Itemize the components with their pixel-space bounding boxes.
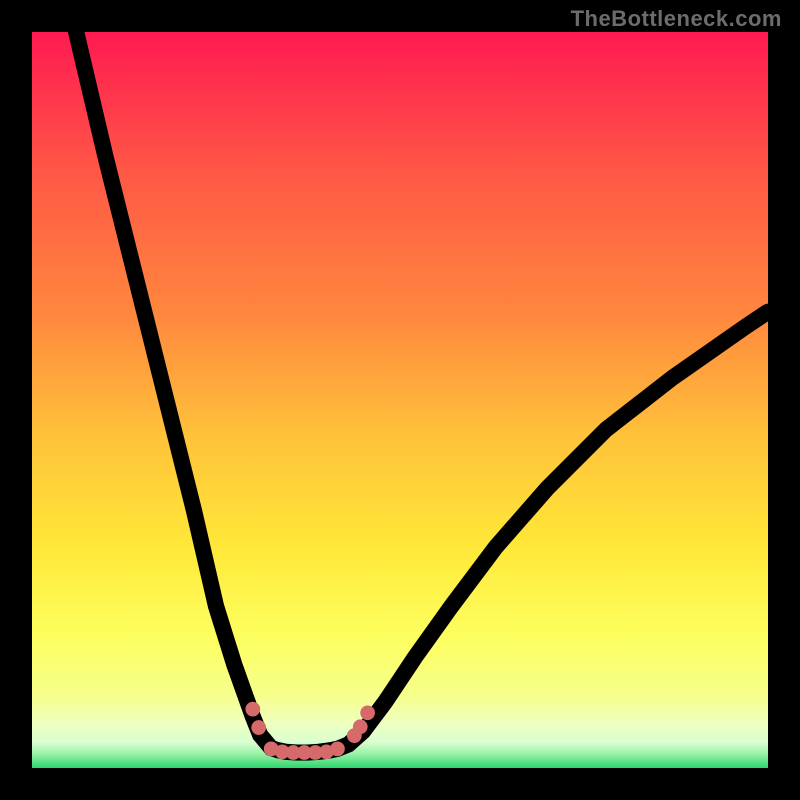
- plot-area: [32, 32, 768, 768]
- bottleneck-curve: [76, 32, 768, 753]
- valley-marker: [251, 720, 266, 735]
- watermark-text: TheBottleneck.com: [571, 6, 782, 32]
- valley-marker: [360, 705, 375, 720]
- valley-marker: [245, 702, 260, 717]
- chart-frame: TheBottleneck.com: [0, 0, 800, 800]
- valley-marker: [353, 719, 368, 734]
- valley-marker: [330, 742, 345, 757]
- curve-layer: [32, 32, 768, 768]
- valley-markers: [245, 702, 375, 760]
